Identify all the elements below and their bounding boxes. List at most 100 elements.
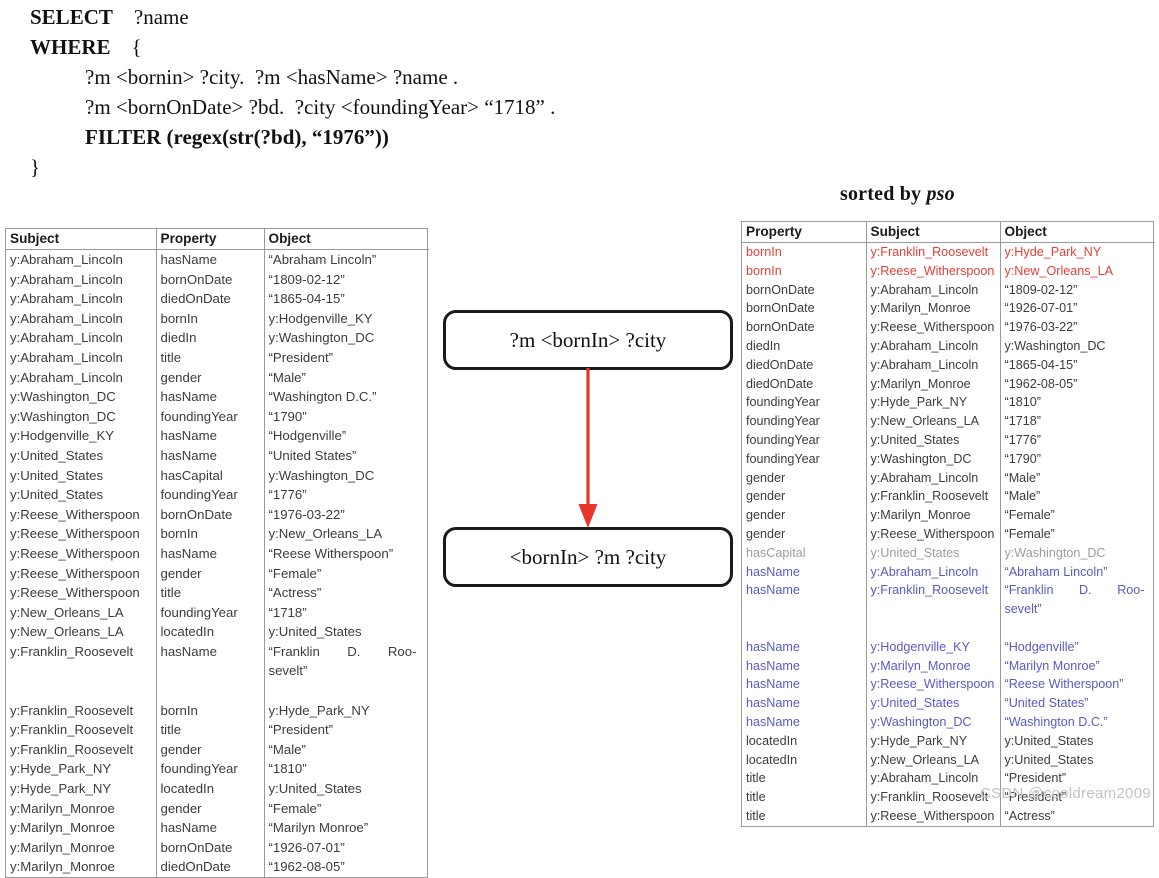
table-cell-property: title	[746, 808, 766, 823]
table-cell-empty	[263, 681, 429, 701]
table-cell-property: diedOnDate	[155, 289, 264, 309]
table-cell-object: y:Washington_DC	[999, 336, 1155, 356]
sparql-query-line: WHERE {	[30, 32, 730, 62]
table-cell-subject: y:Hyde_Park_NY	[865, 731, 1000, 751]
table-cell-object: y:New_Orleans_LA	[263, 524, 429, 544]
table-cell-property: locatedIn	[155, 779, 264, 799]
table-cell-object: “1790”	[999, 449, 1155, 469]
table-cell-object: “Abraham Lincoln”	[999, 562, 1155, 582]
table-cell-property: title	[746, 771, 766, 786]
table-cell-property: foundingYear	[746, 451, 820, 466]
table-cell-property: locatedIn	[746, 733, 798, 748]
table-row: hasName y:Abraham_Lincoln “Abraham Lincoln…	[742, 562, 1155, 582]
table-cell-object: “Abraham Lincoln”	[263, 249, 429, 270]
table-cell-subject: y:Washington_DC	[865, 449, 1000, 469]
table-cell-subject: y:Marilyn_Monroe	[865, 374, 1000, 394]
table-cell-property: gender	[746, 526, 786, 541]
table-cell-property: hasName	[155, 426, 264, 446]
table-cell-property: foundingYear	[746, 395, 820, 410]
query-keyword: FILTER (regex(str(?bd), “1976”))	[85, 125, 389, 149]
table-cell-subject: y:Marilyn_Monroe	[10, 820, 115, 836]
table-cell-object: “1718”	[263, 602, 429, 623]
table-row: bornOnDate y:Reese_Witherspoon “1976-03-22…	[742, 318, 1155, 337]
table-cell-subject: y:Abraham_Lincoln	[865, 562, 1000, 582]
table-row: y:Reese_Witherspoon bornIn y:New_Orleans_L…	[6, 524, 429, 544]
table-cell-property: title	[155, 720, 264, 740]
pso-header-property: Property	[742, 222, 866, 243]
table-cell-object: “Female”	[999, 506, 1155, 525]
table-cell-subject: y:Marilyn_Monroe	[865, 506, 1000, 525]
table-row: bornIn y:Reese_Witherspoon y:New_Orleans_L…	[742, 261, 1155, 281]
table-row: gender y:Reese_Witherspoon “Female”	[742, 524, 1155, 544]
table-cell-subject: y:Hyde_Park_NY	[865, 393, 1000, 413]
table-cell-object: y:Washington_DC	[263, 328, 429, 348]
pso-header-object: Object	[999, 222, 1155, 243]
table-cell-property: foundingYear	[746, 432, 820, 447]
table-cell-object: “1718”	[999, 412, 1155, 431]
spo-table-grid: Subject Property Object y:Abraham_Lincol…	[6, 229, 429, 877]
table-cell-property: bornIn	[155, 308, 264, 329]
table-row: y:Franklin_Roosevelt bornIn y:Hyde_Park_NY	[6, 700, 429, 721]
table-cell-subject: y:Marilyn_Monroe	[865, 299, 1000, 319]
table-cell-object: “1962-08-05”	[263, 857, 429, 877]
query-keyword: WHERE	[30, 35, 111, 59]
table-cell-subject: y:Franklin_Roosevelt	[865, 487, 1000, 507]
table-cell-subject: y:Abraham_Lincoln	[10, 330, 123, 346]
spo-header-row: Subject Property Object	[6, 229, 429, 250]
table-row-spacer	[742, 618, 1155, 638]
table-row: gender y:Abraham_Lincoln “Male”	[742, 468, 1155, 488]
table-cell-property: bornOnDate	[155, 837, 264, 858]
reorder-arrow-down-icon	[578, 368, 598, 528]
table-cell-subject: y:Reese_Witherspoon	[865, 524, 1000, 544]
sorted-by-caption: sorted by pso	[840, 183, 955, 206]
table-cell-property: gender	[155, 563, 264, 584]
table-row: y:United_States foundingYear “1776”	[6, 485, 429, 505]
table-row: y:Marilyn_Monroe diedOnDate “1962-08-05”	[6, 857, 429, 877]
table-row: y:Reese_Witherspoon gender “Female”	[6, 563, 429, 584]
table-cell-object: “Reese Witherspoon”	[263, 543, 429, 564]
table-row: gender y:Franklin_Roosevelt “Male”	[742, 487, 1155, 507]
table-cell-property: gender	[155, 798, 264, 819]
table-cell-empty	[155, 681, 264, 701]
table-cell-subject: y:Reese_Witherspoon	[10, 506, 140, 522]
table-cell-subject: y:New_Orleans_LA	[10, 624, 124, 640]
table-row: foundingYear y:Washington_DC “1790”	[742, 449, 1155, 469]
table-row: y:Reese_Witherspoon hasName “Reese Withers…	[6, 543, 429, 564]
table-row: bornOnDate y:Abraham_Lincoln “1809-02-12”	[742, 280, 1155, 300]
spo-table-body: y:Abraham_Lincoln hasName “Abraham Lincoln…	[6, 249, 429, 877]
table-cell-property: foundingYear	[155, 485, 264, 505]
table-cell-subject: y:Franklin_Roosevelt	[10, 722, 134, 738]
table-cell-property: bornOnDate	[746, 320, 815, 335]
table-cell-property: foundingYear	[155, 406, 264, 427]
table-cell-property: bornIn	[746, 263, 782, 278]
table-cell-object: “1865-04-15”	[999, 355, 1155, 375]
table-row: gender y:Marilyn_Monroe “Female”	[742, 506, 1155, 525]
table-cell-object: “United States”	[263, 445, 429, 466]
table-cell-property: hasCapital	[746, 545, 806, 560]
table-row: foundingYear y:Hyde_Park_NY “1810”	[742, 393, 1155, 413]
table-cell-property: hasName	[155, 249, 264, 270]
table-cell-object: “1776”	[999, 430, 1155, 450]
table-cell-subject: y:Franklin_Roosevelt	[10, 702, 134, 718]
pso-header-row: Property Subject Object	[742, 222, 1155, 243]
table-row: y:Marilyn_Monroe bornOnDate “1926-07-01”	[6, 837, 429, 858]
table-cell-subject: y:United_States	[10, 487, 104, 503]
table-cell-property: diedIn	[155, 328, 264, 348]
table-cell-object: “Male”	[263, 739, 429, 760]
table-cell-object: y:Hyde_Park_NY	[263, 700, 429, 721]
table-cell-property: locatedIn	[746, 752, 798, 767]
query-text: ?name	[112, 5, 189, 29]
pso-table-body: bornIn y:Franklin_Roosevelt y:Hyde_Park_NY…	[742, 242, 1155, 826]
table-cell-object: y:Washington_DC	[263, 465, 429, 486]
table-row: y:Abraham_Lincoln title “President”	[6, 347, 429, 368]
table-cell-property: hasName	[155, 818, 264, 838]
table-cell-subject: y:Hodgenville_KY	[865, 637, 1000, 657]
table-cell-object: “Marilyn Monroe”	[263, 818, 429, 838]
table-cell-subject: y:Reese_Witherspoon	[865, 806, 1000, 826]
table-cell-property: title	[746, 790, 766, 805]
table-cell-empty	[865, 618, 1000, 638]
table-cell-property: gender	[746, 470, 786, 485]
table-cell-property: gender	[155, 367, 264, 388]
table-cell-subject: y:Reese_Witherspoon	[10, 565, 140, 581]
table-cell-property: bornIn	[746, 245, 782, 259]
